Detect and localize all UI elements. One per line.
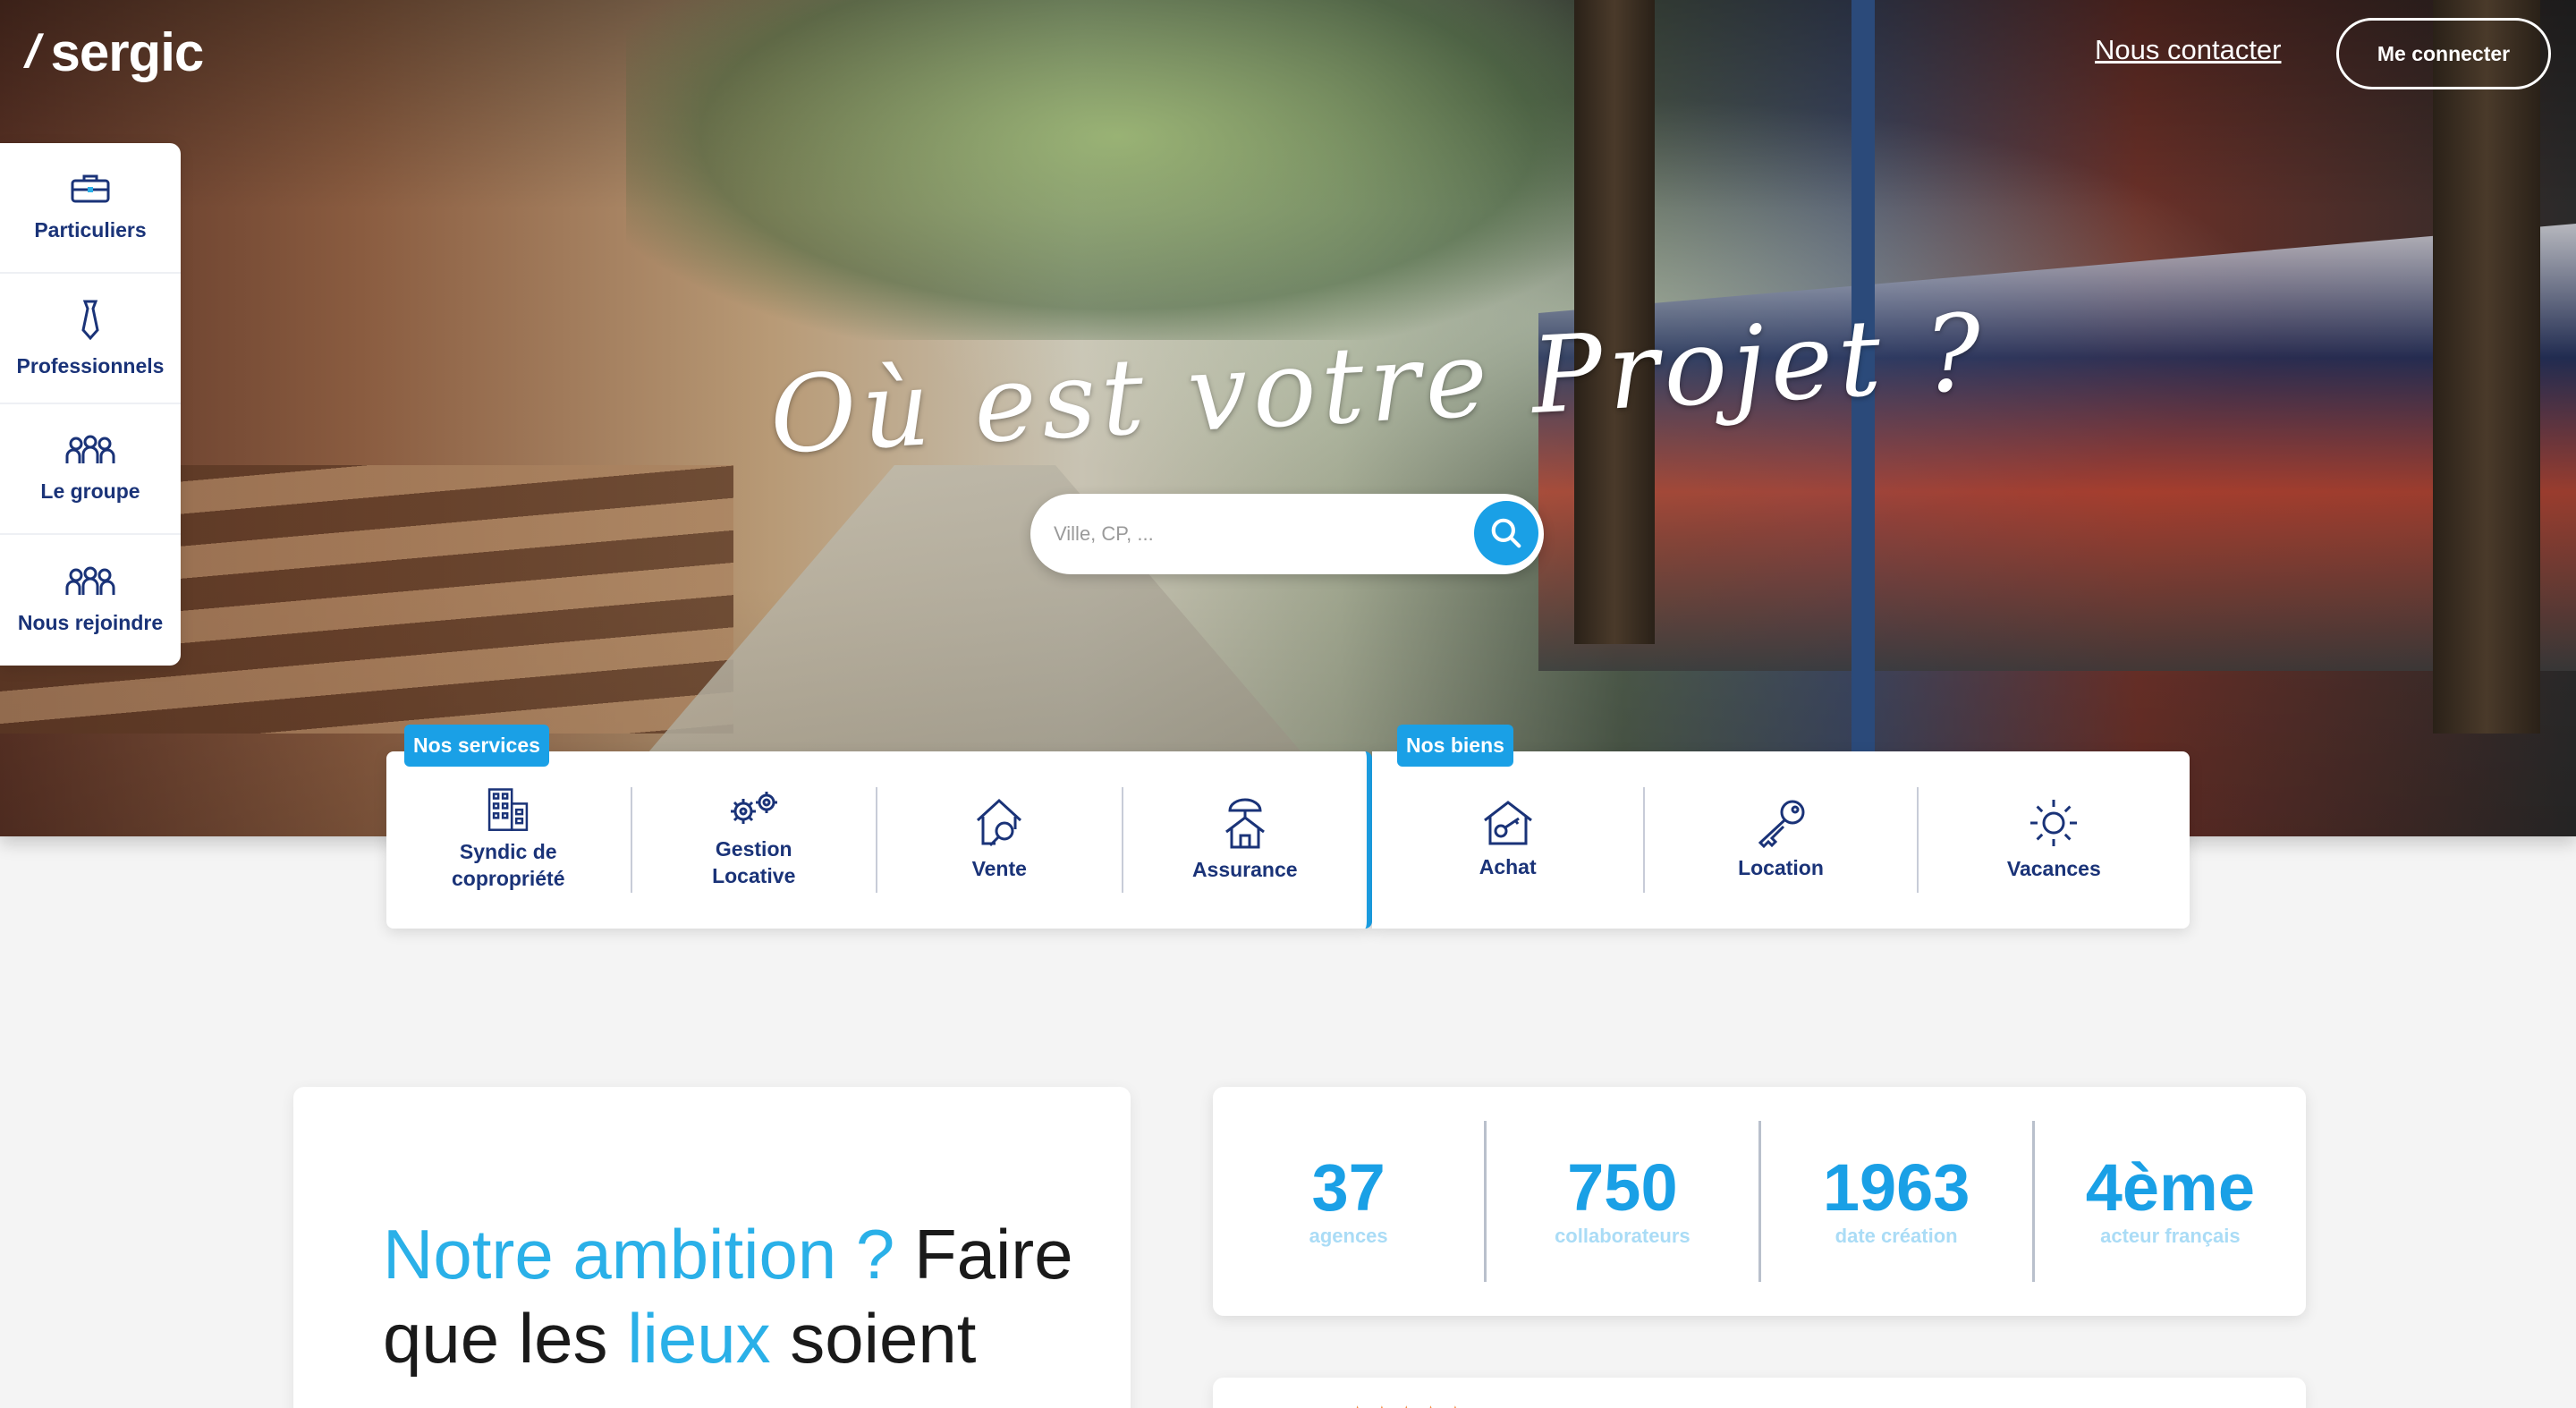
tile-label: Vacances [2006,857,2101,881]
contact-link[interactable]: Nous contacter [2095,34,2282,66]
sidebar-item-particuliers[interactable]: Particuliers [0,143,181,274]
house-search-icon [977,799,1022,847]
stat-value: 1963 [1822,1150,1970,1225]
tile-syndic[interactable]: Syndic de copropriété [386,787,631,893]
tile-label: Syndic de copropriété [451,840,565,891]
tile-label: Achat [1479,855,1537,879]
sidebar-item-label: Le groupe [40,479,140,503]
hero-foliage [626,0,1610,340]
login-button[interactable]: Me connecter [2336,18,2551,89]
sidebar-item-le-groupe[interactable]: Le groupe [0,404,181,535]
biens-card: Nos biens Achat Location Vacances [1372,725,2190,929]
stat-acteur: 4ème acteur français [2031,1121,2306,1282]
sidebar-item-label: Particuliers [34,217,147,242]
tile-label: Vente [971,857,1027,881]
stats-card: 37 agences 750 collaborateurs 1963 date … [1213,1087,2306,1316]
hero-tree [2433,0,2540,734]
sun-icon [2030,800,2078,847]
ambition-highlight: lieux [627,1299,771,1378]
ambition-text: Notre ambition ? Faire que les lieux soi… [383,1212,1098,1380]
ambition-highlight: Notre ambition ? [383,1215,895,1293]
sidebar-item-professionnels[interactable]: Professionnels [0,274,181,404]
reviews-card: ★★★★★ [1213,1378,2306,1408]
hero-banner: / sergic Nous contacter Me connecter Où … [0,0,2576,836]
building-icon [488,788,529,831]
tile-gestion-locative[interactable]: Gestion Locative [630,787,877,893]
logo-name: sergic [50,21,204,82]
sidebar-item-nous-rejoindre[interactable]: Nous rejoindre [0,535,181,666]
tile-achat[interactable]: Achat [1372,787,1643,893]
services-tag: Nos services [404,725,549,767]
search-bar [1030,494,1544,574]
group-icon [65,435,115,463]
stat-label: acteur français [2100,1225,2241,1247]
services-card: Nos services Syndic de copropriété Gesti… [386,725,1372,929]
tile-vacances[interactable]: Vacances [1916,787,2190,893]
ambition-text-part: soient [770,1299,977,1378]
search-icon [1491,518,1521,548]
stat-collaborateurs: 750 collaborateurs [1484,1121,1758,1282]
sergic-logo[interactable]: / sergic [21,21,204,82]
hero-cars [1538,224,2576,671]
stat-label: agences [1309,1225,1388,1247]
stat-value: 4ème [2085,1150,2255,1225]
stat-value: 750 [1567,1150,1678,1225]
rating-stars: ★★★★★ [1347,1401,1470,1408]
tile-label: Assurance [1191,858,1298,882]
stat-value: 37 [1311,1150,1385,1225]
audience-sidebar: Particuliers Professionnels Le groupe No… [0,143,181,666]
tile-label: Location [1738,856,1824,880]
stat-label: collaborateurs [1555,1225,1690,1247]
ambition-card: Notre ambition ? Faire que les lieux soi… [293,1087,1131,1408]
logo-slash: / [20,26,47,78]
tile-assurance[interactable]: Assurance [1121,787,1368,893]
briefcase-icon [71,174,110,202]
search-button[interactable] [1474,501,1538,565]
sidebar-item-label: Professionnels [16,353,165,377]
tile-label: Gestion Locative [712,837,796,887]
people-icon [65,566,115,595]
key-icon [1758,800,1805,849]
gears-icon [730,792,777,825]
stat-date-creation: 1963 date création [1758,1121,2032,1282]
tie-icon [81,300,99,340]
biens-tag: Nos biens [1397,725,1513,767]
sidebar-item-label: Nous rejoindre [17,610,164,634]
tile-vente[interactable]: Vente [876,787,1122,893]
stat-label: date création [1835,1225,1958,1247]
tile-location[interactable]: Location [1643,787,1916,893]
house-key-icon [1483,801,1532,845]
stat-agences: 37 agences [1213,1121,1484,1282]
search-input[interactable] [1054,522,1447,546]
house-umbrella-icon [1224,798,1265,849]
